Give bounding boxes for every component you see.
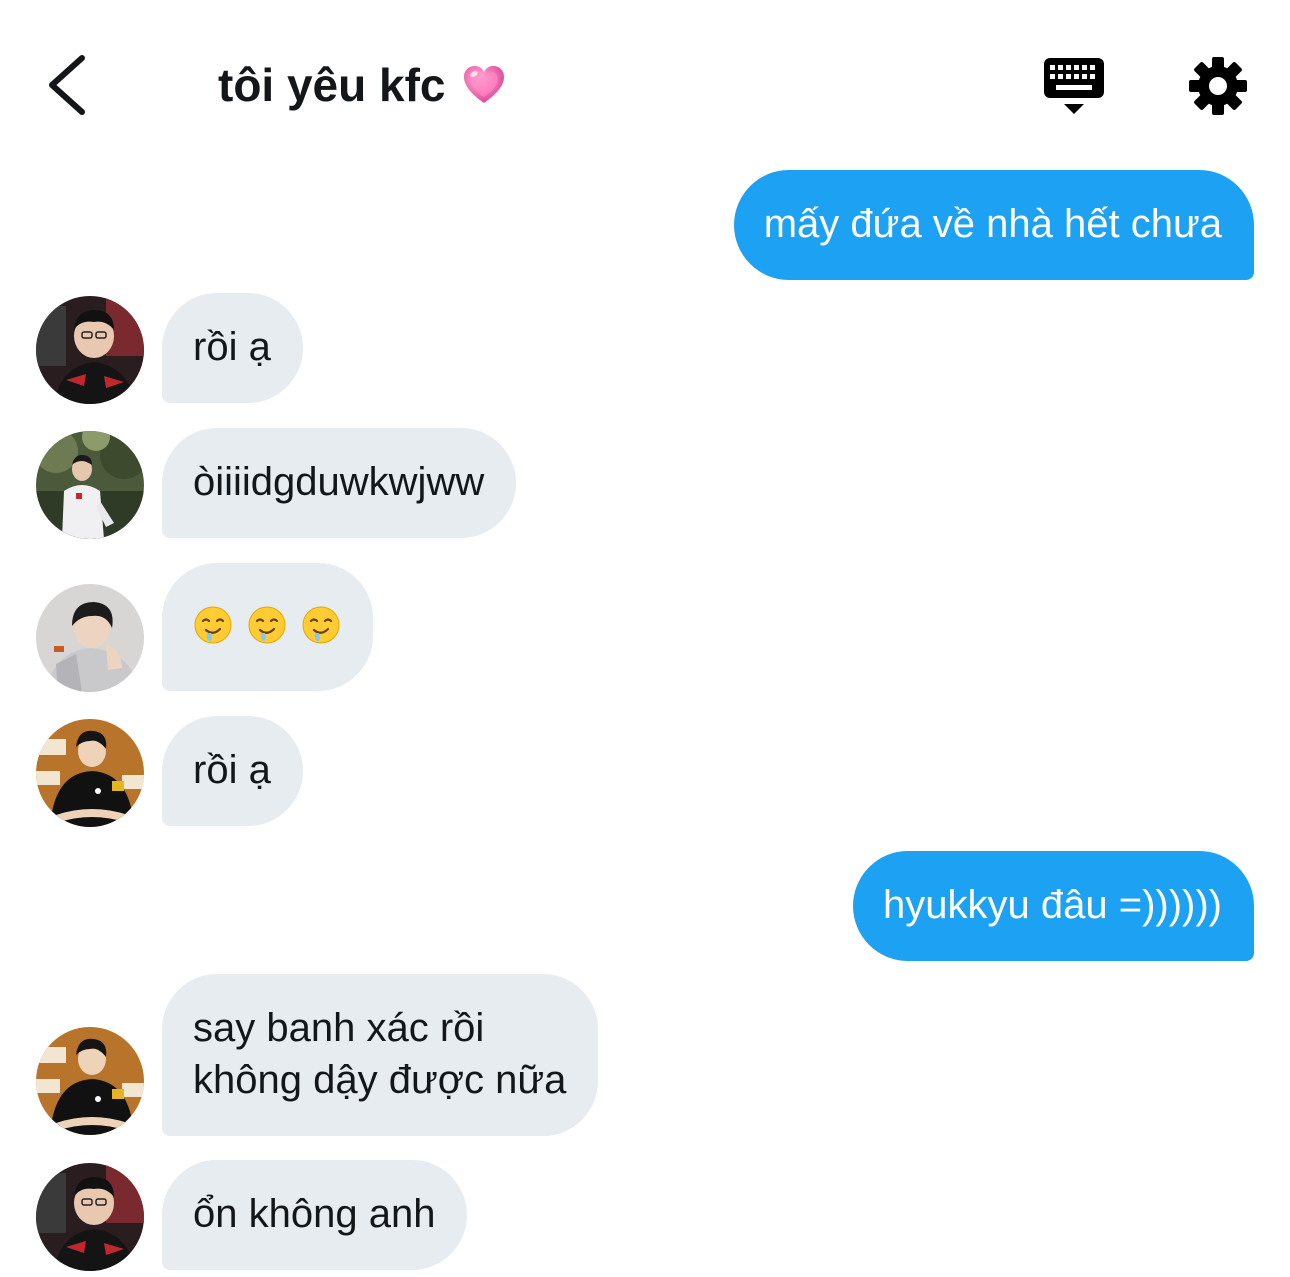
keyboard-button[interactable] [1040,54,1108,118]
incoming-message-bubble[interactable]: ổn không anh [162,1160,468,1270]
emoji-row [193,603,341,645]
avatar[interactable] [36,431,144,539]
avatar-4 [36,719,144,827]
message-text: ổn không anh [193,1192,436,1236]
message-text-line: không dậy được nữa [193,1058,567,1102]
message-text: rồi ạ [193,325,271,369]
incoming-message-bubble[interactable]: rồi ạ [162,293,303,403]
avatar-4 [36,1027,144,1135]
avatar[interactable] [36,1163,144,1271]
keyboard-icon [1044,58,1104,114]
incoming-message-bubble[interactable]: say banh xác rồi không dậy được nữa [162,974,599,1136]
avatar[interactable] [36,1027,144,1135]
message-text: hyukkyu đâu =)))))) [883,883,1222,927]
outgoing-message-bubble[interactable]: mấy đứa về nhà hết chưa [733,170,1254,280]
avatar-3 [36,584,144,692]
message-text: mấy đứa về nhà hết chưa [763,202,1222,246]
avatar-1 [36,1163,144,1271]
avatar-1 [36,296,144,404]
avatar[interactable] [36,584,144,692]
chevron-left-icon [49,55,85,115]
avatar[interactable] [36,719,144,827]
avatar[interactable] [36,296,144,404]
incoming-message-bubble[interactable]: òiiiidgduwkwjww [162,428,517,538]
conversation-title[interactable]: tôi yêu kfc [218,58,508,112]
avatar-2 [36,431,144,539]
message-text: rồi ạ [193,748,271,792]
incoming-message-bubble[interactable] [162,563,373,691]
gear-icon [1189,57,1247,115]
settings-button[interactable] [1186,54,1250,118]
incoming-message-bubble[interactable]: rồi ạ [162,716,303,826]
outgoing-message-bubble[interactable]: hyukkyu đâu =)))))) [853,851,1254,961]
conversation-header: tôi yêu kfc [0,0,1290,150]
drooling-face-icon [302,606,340,644]
back-button[interactable] [38,50,98,120]
drooling-face-icon [248,606,286,644]
drooling-face-icon [194,606,232,644]
message-text: òiiiidgduwkwjww [193,460,485,504]
conversation-title-text: tôi yêu kfc [218,59,446,111]
heart-icon [463,66,504,103]
message-text-line: say banh xác rồi [193,1006,485,1050]
